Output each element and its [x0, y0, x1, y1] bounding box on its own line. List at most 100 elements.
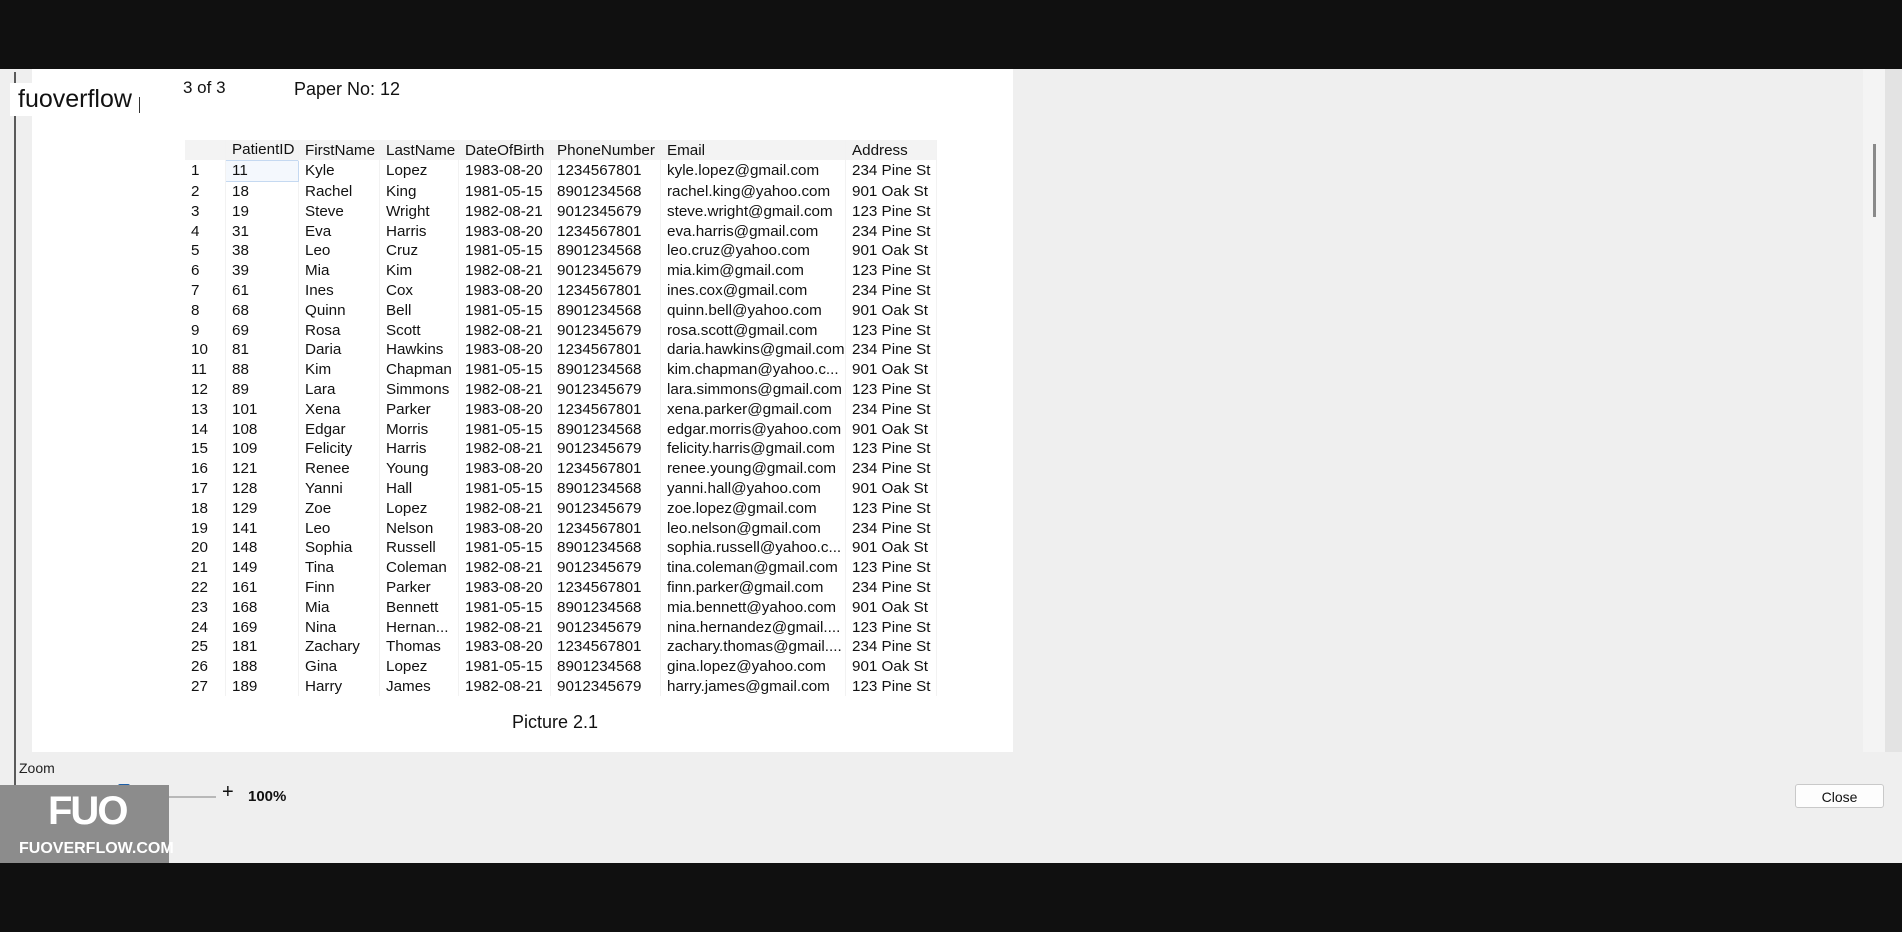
table-cell[interactable]: Steve — [298, 201, 380, 222]
row-number[interactable]: 21 — [185, 557, 226, 578]
table-cell[interactable]: 234 Pine St — [845, 339, 937, 360]
table-cell[interactable]: 128 — [225, 478, 299, 499]
table-cell[interactable]: 1234567801 — [550, 399, 661, 420]
table-cell[interactable]: 9012345679 — [550, 260, 661, 281]
scrollbar-thumb[interactable] — [1873, 144, 1876, 217]
table-cell[interactable]: 1983-08-20 — [458, 339, 551, 360]
column-header[interactable]: Email — [660, 140, 846, 161]
table-cell[interactable]: 1981-05-15 — [458, 300, 551, 321]
table-cell[interactable]: 8901234568 — [550, 181, 661, 202]
row-number[interactable]: 18 — [185, 498, 226, 519]
table-cell[interactable]: daria.hawkins@gmail.com — [660, 339, 846, 360]
table-cell[interactable]: 234 Pine St — [845, 160, 937, 182]
table-cell[interactable]: lara.simmons@gmail.com — [660, 379, 846, 400]
table-row[interactable]: 16 121 Renee Young 1983-08-20 1234567801 renee… — [185, 458, 937, 479]
row-number[interactable]: 26 — [185, 656, 226, 677]
table-cell[interactable]: 88 — [225, 359, 299, 380]
row-number[interactable]: 10 — [185, 339, 226, 360]
table-cell[interactable]: Simmons — [379, 379, 459, 400]
table-cell[interactable]: 1982-08-21 — [458, 557, 551, 578]
table-cell[interactable]: finn.parker@gmail.com — [660, 577, 846, 598]
table-cell[interactable]: 1981-05-15 — [458, 359, 551, 380]
table-cell[interactable]: kyle.lopez@gmail.com — [660, 160, 846, 182]
table-cell[interactable]: 18 — [225, 181, 299, 202]
table-cell[interactable]: 11 — [225, 159, 299, 182]
table-cell[interactable]: 1981-05-15 — [458, 240, 551, 261]
column-header[interactable]: PatientID — [225, 140, 299, 161]
table-cell[interactable]: tina.coleman@gmail.com — [660, 557, 846, 578]
table-cell[interactable]: 1982-08-21 — [458, 201, 551, 222]
table-cell[interactable]: Rachel — [298, 181, 380, 202]
table-cell[interactable]: Hawkins — [379, 339, 459, 360]
table-cell[interactable]: 39 — [225, 260, 299, 281]
table-cell[interactable]: 123 Pine St — [845, 676, 937, 697]
table-cell[interactable]: 9012345679 — [550, 557, 661, 578]
table-cell[interactable]: Zachary — [298, 636, 380, 657]
table-cell[interactable]: 901 Oak St — [845, 300, 937, 321]
table-cell[interactable]: Lopez — [379, 656, 459, 677]
table-cell[interactable]: Parker — [379, 577, 459, 598]
table-cell[interactable]: 901 Oak St — [845, 240, 937, 261]
table-cell[interactable]: 8901234568 — [550, 597, 661, 618]
table-cell[interactable]: 9012345679 — [550, 676, 661, 697]
row-number[interactable]: 14 — [185, 419, 226, 439]
table-cell[interactable]: Finn — [298, 577, 380, 598]
table-row[interactable]: 15 109 Felicity Harris 1982-08-21 9012345679 f… — [185, 438, 937, 459]
table-cell[interactable]: zachary.thomas@gmail.... — [660, 636, 846, 657]
table-cell[interactable]: 123 Pine St — [845, 201, 937, 222]
table-cell[interactable]: leo.nelson@gmail.com — [660, 518, 846, 538]
table-cell[interactable]: nina.hernandez@gmail.... — [660, 617, 846, 637]
table-cell[interactable]: 1234567801 — [550, 636, 661, 657]
row-number[interactable]: 11 — [185, 359, 226, 380]
zoom-in-button[interactable]: + — [222, 781, 234, 804]
table-cell[interactable]: yanni.hall@yahoo.com — [660, 478, 846, 499]
table-cell[interactable]: gina.lopez@yahoo.com — [660, 656, 846, 677]
table-cell[interactable]: Zoe — [298, 498, 380, 519]
table-cell[interactable]: 1234567801 — [550, 339, 661, 360]
table-cell[interactable]: 141 — [225, 518, 299, 538]
table-cell[interactable]: King — [379, 181, 459, 202]
table-cell[interactable]: Kim — [379, 260, 459, 281]
row-number[interactable]: 8 — [185, 300, 226, 321]
row-number[interactable]: 19 — [185, 518, 226, 538]
table-row[interactable]: 27 189 Harry James 1982-08-21 9012345679 harry… — [185, 676, 937, 697]
table-cell[interactable]: 901 Oak St — [845, 181, 937, 202]
table-cell[interactable]: 101 — [225, 399, 299, 420]
row-number[interactable]: 2 — [185, 181, 226, 202]
table-cell[interactable]: Harris — [379, 438, 459, 459]
row-number[interactable]: 20 — [185, 537, 226, 558]
table-cell[interactable]: ines.cox@gmail.com — [660, 280, 846, 301]
table-cell[interactable]: 901 Oak St — [845, 656, 937, 677]
table-cell[interactable]: 9012345679 — [550, 438, 661, 459]
table-cell[interactable]: Harry — [298, 676, 380, 697]
table-cell[interactable]: 1983-08-20 — [458, 160, 551, 182]
table-cell[interactable]: 1983-08-20 — [458, 518, 551, 538]
table-cell[interactable]: James — [379, 676, 459, 697]
table-cell[interactable]: 169 — [225, 617, 299, 637]
table-cell[interactable]: Morris — [379, 419, 459, 439]
table-cell[interactable]: Leo — [298, 518, 380, 538]
table-cell[interactable]: 61 — [225, 280, 299, 301]
table-cell[interactable]: Scott — [379, 320, 459, 340]
table-cell[interactable]: Nina — [298, 617, 380, 637]
table-cell[interactable]: 1983-08-20 — [458, 458, 551, 479]
table-cell[interactable]: 8901234568 — [550, 478, 661, 499]
table-cell[interactable]: felicity.harris@gmail.com — [660, 438, 846, 459]
table-cell[interactable]: 1234567801 — [550, 221, 661, 241]
table-cell[interactable]: mia.bennett@yahoo.com — [660, 597, 846, 618]
table-cell[interactable]: 123 Pine St — [845, 260, 937, 281]
row-number[interactable]: 27 — [185, 676, 226, 697]
table-cell[interactable]: 9012345679 — [550, 320, 661, 340]
table-cell[interactable]: quinn.bell@yahoo.com — [660, 300, 846, 321]
table-cell[interactable]: 121 — [225, 458, 299, 479]
table-cell[interactable]: 8901234568 — [550, 359, 661, 380]
table-row[interactable]: 8 68 Quinn Bell 1981-05-15 8901234568 quinn.be… — [185, 300, 937, 321]
table-cell[interactable]: 901 Oak St — [845, 359, 937, 380]
table-cell[interactable]: 234 Pine St — [845, 458, 937, 479]
table-cell[interactable]: Chapman — [379, 359, 459, 380]
table-cell[interactable]: Mia — [298, 260, 380, 281]
table-cell[interactable]: Parker — [379, 399, 459, 420]
table-cell[interactable]: Tina — [298, 557, 380, 578]
table-cell[interactable]: Hernan... — [379, 617, 459, 637]
table-cell[interactable]: 108 — [225, 419, 299, 439]
